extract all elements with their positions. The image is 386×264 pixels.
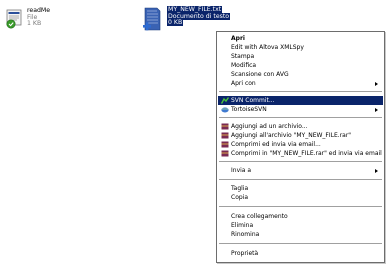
menu-item-open[interactable]: Apri	[218, 34, 383, 43]
menu-item-send-to[interactable]: Invia a	[218, 166, 383, 175]
menu-separator	[219, 243, 382, 244]
menu-item-rename[interactable]: Rinomina	[218, 230, 383, 239]
file-size: 0 KB	[167, 19, 184, 26]
svn-commit-icon	[220, 97, 230, 104]
menu-item-open-with[interactable]: Apri con	[218, 79, 383, 88]
submenu-arrow-icon	[375, 82, 378, 86]
menu-item-scan-avg[interactable]: Scansione con AVG	[218, 70, 383, 79]
menu-item-tortoisesvn[interactable]: TortoiseSVN	[218, 105, 383, 114]
menu-item-cut[interactable]: Taglia	[218, 184, 383, 193]
menu-separator	[219, 91, 382, 92]
menu-item-delete[interactable]: Elimina	[218, 221, 383, 230]
winrar-icon	[221, 132, 229, 139]
menu-item-create-shortcut[interactable]: Crea collegamento	[218, 212, 383, 221]
text-document-svn-add-icon	[142, 6, 162, 36]
menu-item-compress-email[interactable]: Comprimi ed invia via email...	[218, 140, 383, 149]
winrar-icon	[221, 141, 229, 148]
menu-separator	[219, 117, 382, 118]
text-file-svn-ok-icon	[6, 9, 22, 31]
menu-item-add-to-rar[interactable]: Aggiungi all'archivio "MY_NEW_FILE.rar"	[218, 131, 383, 140]
menu-separator	[219, 161, 382, 162]
winrar-icon	[221, 123, 229, 130]
menu-item-copy[interactable]: Copia	[218, 193, 383, 202]
submenu-arrow-icon	[375, 108, 378, 112]
menu-separator	[219, 206, 382, 207]
menu-separator	[219, 179, 382, 180]
menu-item-edit-xmlspy[interactable]: Edit with Altova XMLSpy	[218, 43, 383, 52]
menu-item-edit[interactable]: Modifica	[218, 61, 383, 70]
file-size: 1 KB	[27, 20, 42, 27]
menu-item-properties[interactable]: Proprietà	[218, 249, 383, 258]
menu-item-svn-commit[interactable]: SVN Commit...	[218, 96, 383, 105]
menu-item-print[interactable]: Stampa	[218, 52, 383, 61]
submenu-arrow-icon	[375, 169, 378, 173]
menu-item-compress-rar-email[interactable]: Comprimi in "MY_NEW_FILE.rar" ed invia v…	[218, 149, 383, 158]
winrar-icon	[221, 150, 229, 157]
menu-item-add-archive[interactable]: Aggiungi ad un archivio...	[218, 122, 383, 131]
tortoisesvn-icon	[221, 106, 229, 113]
context-menu: Apri Edit with Altova XMLSpy Stampa Modi…	[216, 31, 385, 263]
